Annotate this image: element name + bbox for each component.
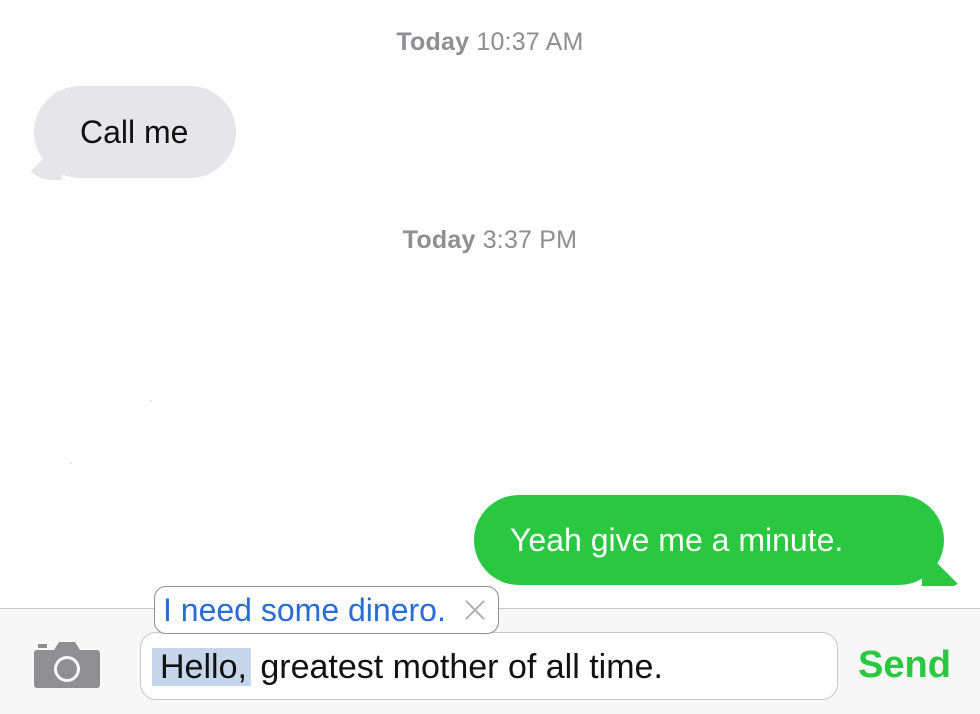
message-text: Yeah give me a minute. [510,522,844,558]
timestamp-time: 3:37 PM [482,226,578,254]
timestamp-day: Today [402,226,476,254]
suggestion-text: I need some dinero. [163,591,446,628]
camera-icon[interactable] [34,640,100,688]
input-text: greatest mother of all time. [250,648,663,686]
message-thread-screen: Today 10:37 AM Call me Today 3:37 PM Yea… [0,0,980,714]
screen-speck [150,400,152,402]
timestamp-day: Today [396,28,470,56]
send-button[interactable]: Send [858,640,951,690]
autocorrect-suggestion[interactable]: I need some dinero. [154,586,499,634]
outgoing-message-bubble[interactable]: Yeah give me a minute. [474,495,944,585]
timestamp: Today 3:37 PM [0,226,980,255]
incoming-message-bubble[interactable]: Call me [34,86,236,178]
camera-icon-glyph [34,642,100,688]
selected-text: Hello, [152,648,251,686]
close-icon[interactable] [462,597,488,623]
message-text: Call me [80,114,189,150]
message-input-text[interactable]: Hello, greatest mother of all time. [152,642,663,692]
timestamp-time: 10:37 AM [476,28,584,56]
screen-speck [70,462,72,464]
timestamp: Today 10:37 AM [0,28,980,57]
